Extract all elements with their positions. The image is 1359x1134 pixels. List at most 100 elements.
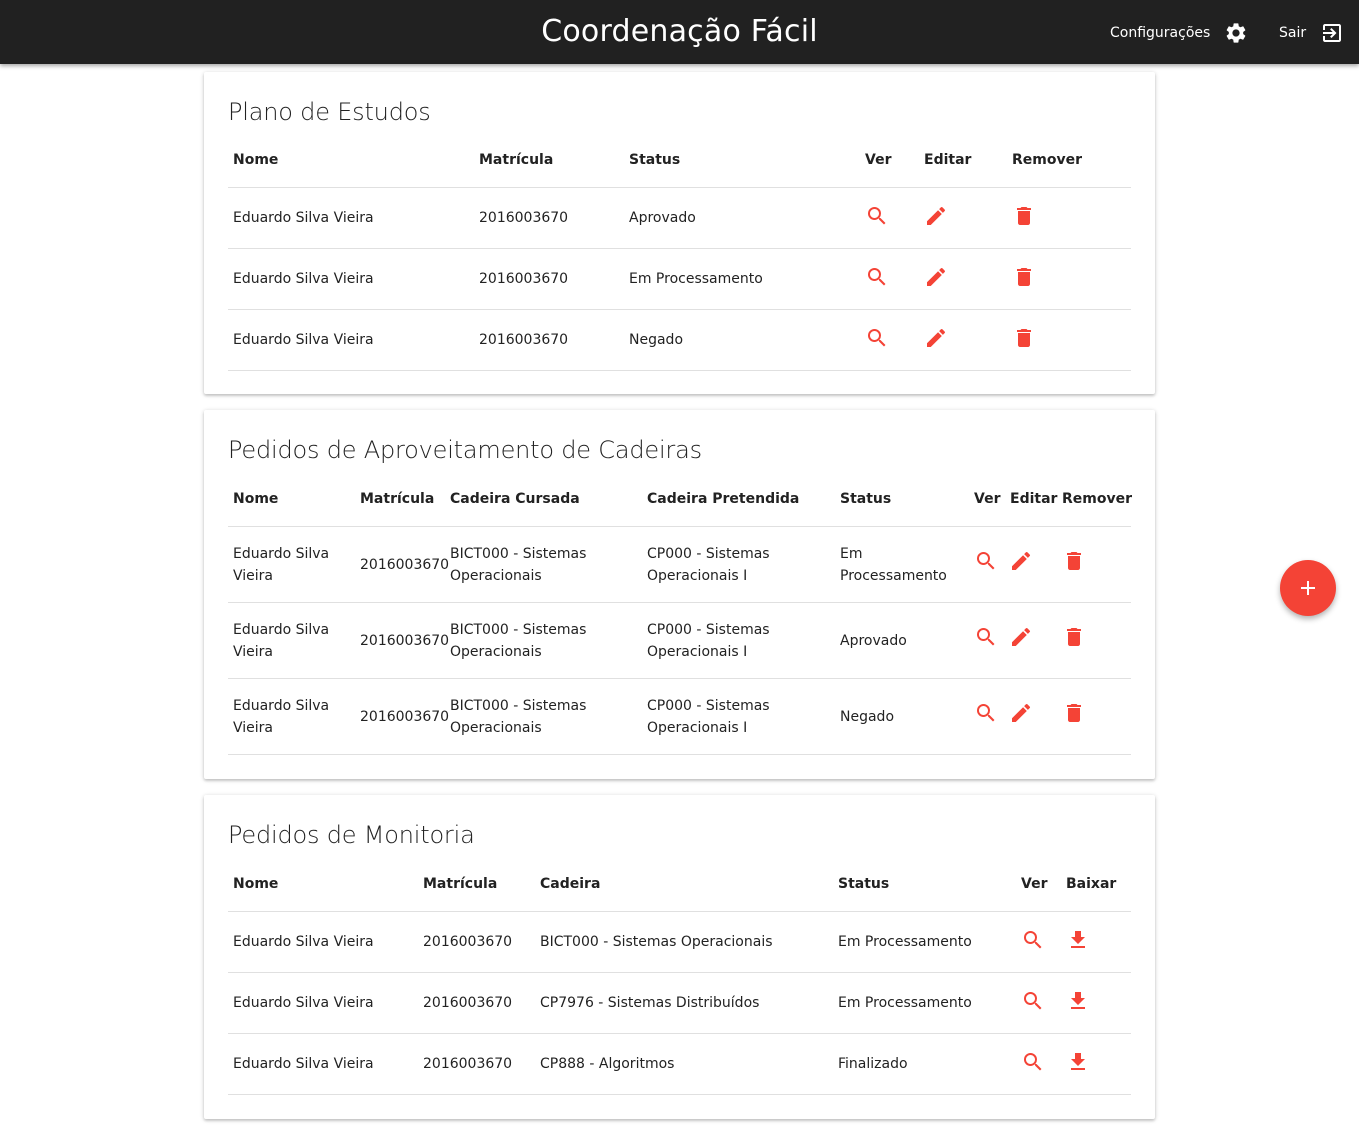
cell-cadeira-cursada: BICT000 - Sistemas Operacionais — [450, 546, 587, 584]
edit-button[interactable] — [1009, 549, 1033, 573]
cell-status: Em Processamento — [629, 271, 763, 287]
view-button[interactable] — [1021, 1050, 1045, 1074]
table-row: Eduardo Silva Vieira 2016003670 Aprovado — [228, 188, 1131, 249]
search-icon — [1024, 931, 1042, 949]
cell-nome: Eduardo Silva Vieira — [233, 271, 374, 287]
plano-table: Nome Matrícula Status Ver Editar Remover… — [228, 130, 1131, 371]
plano-title: Plano de Estudos — [228, 98, 431, 126]
col-status: Status — [840, 491, 892, 507]
download-icon — [1071, 1053, 1085, 1070]
search-icon — [868, 268, 886, 286]
table-row: Eduardo Silva Vieira 2016003670 BICT000 - … — [228, 527, 1131, 603]
cell-status: Negado — [629, 332, 684, 348]
remove-button[interactable] — [1062, 701, 1086, 725]
cell-status: Finalizado — [838, 1056, 908, 1072]
cell-matricula: 2016003670 — [360, 709, 450, 725]
search-icon — [1024, 1053, 1042, 1071]
remove-button[interactable] — [1012, 204, 1036, 228]
edit-button[interactable] — [924, 204, 948, 228]
download-button[interactable] — [1066, 928, 1090, 952]
cell-cadeira: CP888 - Algoritmos — [540, 1056, 675, 1072]
edit-button[interactable] — [924, 265, 948, 289]
add-button[interactable] — [1280, 560, 1336, 616]
col-baixar: Baixar — [1066, 876, 1117, 892]
config-button[interactable]: Configurações — [1110, 18, 1248, 48]
edit-button[interactable] — [1009, 625, 1033, 649]
pencil-icon — [927, 206, 946, 225]
cell-cadeira-cursada: BICT000 - Sistemas Operacionais — [450, 622, 587, 660]
remove-button[interactable] — [1062, 549, 1086, 573]
app-bar: Coordenação Fácil Configurações Sair — [0, 0, 1359, 64]
col-matricula: Matrícula — [479, 152, 554, 168]
col-status: Status — [838, 876, 890, 892]
gear-icon — [1226, 23, 1246, 43]
config-label: Configurações — [1110, 25, 1211, 41]
trash-icon — [1067, 552, 1081, 570]
cell-nome: Eduardo Silva Vieira — [233, 210, 374, 226]
aproveitamento-table: Nome Matrícula Cadeira Cursada Cadeira P… — [228, 469, 1132, 755]
col-editar: Editar — [924, 152, 972, 168]
remove-button[interactable] — [1012, 265, 1036, 289]
search-icon — [977, 704, 995, 722]
edit-button[interactable] — [924, 326, 948, 350]
view-button[interactable] — [974, 549, 998, 573]
col-editar: Editar — [1010, 491, 1058, 507]
view-button[interactable] — [974, 701, 998, 725]
cell-status: Em Processamento — [838, 934, 972, 950]
col-cadeira-pretendida: Cadeira Pretendida — [647, 491, 800, 507]
edit-button[interactable] — [1009, 701, 1033, 725]
cell-matricula: 2016003670 — [479, 332, 569, 348]
cell-nome: Eduardo Silva Vieira — [233, 698, 330, 736]
cell-nome: Eduardo Silva Vieira — [233, 332, 374, 348]
table-header: Nome Matrícula Cadeira Status Ver Baixar — [228, 854, 1131, 912]
search-icon — [868, 207, 886, 225]
cell-status: Aprovado — [840, 633, 907, 649]
cell-matricula: 2016003670 — [479, 210, 569, 226]
cell-cadeira: BICT000 - Sistemas Operacionais — [540, 934, 773, 950]
cell-matricula: 2016003670 — [479, 271, 569, 287]
download-button[interactable] — [1066, 989, 1090, 1013]
app-title: Coordenação Fácil — [541, 14, 818, 49]
view-button[interactable] — [865, 204, 889, 228]
table-row: Eduardo Silva Vieira 2016003670 Negado — [228, 310, 1131, 371]
logout-button[interactable]: Sair — [1279, 18, 1344, 48]
view-button[interactable] — [865, 265, 889, 289]
logout-label: Sair — [1279, 25, 1307, 41]
cell-matricula: 2016003670 — [360, 557, 450, 573]
table-row: Eduardo Silva Vieira 2016003670 CP7976 - S… — [228, 973, 1131, 1034]
col-remover: Remover — [1012, 152, 1083, 168]
col-cadeira: Cadeira — [540, 876, 601, 892]
cell-nome: Eduardo Silva Vieira — [233, 934, 374, 950]
view-button[interactable] — [865, 326, 889, 350]
pencil-icon — [927, 267, 946, 286]
cell-status: Em Processamento — [840, 546, 947, 584]
table-row: Eduardo Silva Vieira 2016003670 Em Process… — [228, 249, 1131, 310]
col-cadeira-cursada: Cadeira Cursada — [450, 491, 580, 507]
remove-button[interactable] — [1062, 625, 1086, 649]
cell-cadeira-pretendida: CP000 - Sistemas Operacionais I — [647, 622, 770, 660]
monitoria-card: Pedidos de Monitoria Nome Matrícula Cade… — [204, 795, 1155, 1119]
remove-button[interactable] — [1012, 326, 1036, 350]
cell-cadeira-cursada: BICT000 - Sistemas Operacionais — [450, 698, 587, 736]
search-icon — [868, 329, 886, 347]
cell-matricula: 2016003670 — [423, 995, 513, 1011]
cell-matricula: 2016003670 — [423, 1056, 513, 1072]
view-button[interactable] — [1021, 989, 1045, 1013]
view-button[interactable] — [974, 625, 998, 649]
cell-nome: Eduardo Silva Vieira — [233, 1056, 374, 1072]
cell-matricula: 2016003670 — [360, 633, 450, 649]
trash-icon — [1067, 704, 1081, 722]
col-ver: Ver — [974, 491, 1001, 507]
download-icon — [1071, 931, 1085, 948]
trash-icon — [1017, 329, 1031, 347]
search-icon — [977, 552, 995, 570]
aproveitamento-title: Pedidos de Aproveitamento de Cadeiras — [228, 436, 702, 464]
cell-status: Negado — [840, 709, 895, 725]
pencil-icon — [1012, 703, 1031, 722]
download-button[interactable] — [1066, 1050, 1090, 1074]
view-button[interactable] — [1021, 928, 1045, 952]
table-row: Eduardo Silva Vieira 2016003670 BICT000 - … — [228, 912, 1131, 973]
col-matricula: Matrícula — [360, 491, 435, 507]
table-row: Eduardo Silva Vieira 2016003670 CP888 - Al… — [228, 1034, 1131, 1095]
cell-cadeira: CP7976 - Sistemas Distribuídos — [540, 995, 760, 1011]
